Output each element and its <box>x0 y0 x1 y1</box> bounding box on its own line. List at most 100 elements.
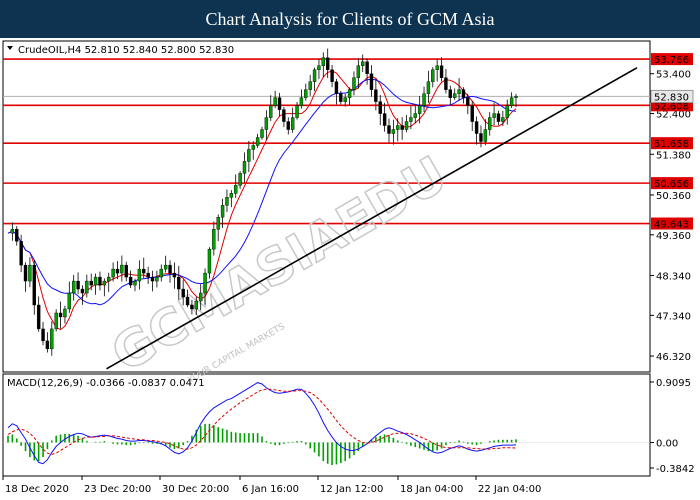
candle-body <box>19 240 23 266</box>
candle-body <box>417 105 422 114</box>
candle-body <box>36 304 41 330</box>
candle-body <box>264 117 269 130</box>
candle-body <box>282 109 286 122</box>
symbol-info: CrudeOIL,H4 52.810 52.840 52.800 52.830 <box>18 45 234 56</box>
candle-body <box>404 121 409 130</box>
candle-body <box>378 101 382 114</box>
level-label: 49.643 <box>654 220 689 231</box>
candle-body <box>286 121 290 130</box>
candle-body <box>225 197 229 206</box>
candle-body <box>382 113 387 126</box>
candle-body <box>483 129 488 142</box>
candle-body <box>133 280 137 286</box>
candle-body <box>142 268 146 274</box>
y-tick-label: 49.360 <box>656 231 691 242</box>
candle-body <box>45 340 50 350</box>
candle-body <box>41 328 45 342</box>
y-tick-label: 53.400 <box>656 70 691 81</box>
candle-body <box>98 276 102 286</box>
candle-body <box>435 65 439 70</box>
level-label: 51.658 <box>654 139 689 150</box>
candle-body <box>150 276 155 282</box>
candle-body <box>501 117 505 122</box>
candle-body <box>177 276 181 290</box>
level-label: 53.766 <box>654 55 689 66</box>
candle-body <box>50 328 54 350</box>
y-tick-label: 46.320 <box>656 352 691 363</box>
candle-body <box>181 288 185 298</box>
candle-body <box>260 129 264 138</box>
candle-body <box>23 264 28 282</box>
candle-body <box>207 248 212 274</box>
candle-body <box>277 97 282 110</box>
candle-body <box>325 57 330 70</box>
x-tick-label: 18 Jan 04:00 <box>400 484 463 495</box>
candle-body <box>115 268 120 274</box>
candle-body <box>474 121 479 134</box>
candle-body <box>155 276 159 282</box>
candle-body <box>470 105 474 122</box>
candle-body <box>102 280 107 286</box>
candle-body <box>457 89 461 94</box>
candle-body <box>374 89 378 102</box>
candle-body <box>190 304 194 310</box>
candle-body <box>146 272 150 278</box>
x-tick-label: 23 Dec 20:00 <box>84 484 151 495</box>
candle-body <box>71 280 76 294</box>
y-tick-label: 51.380 <box>656 150 691 161</box>
candle-body <box>352 77 356 90</box>
x-tick-label: 30 Dec 20:00 <box>162 484 229 495</box>
candle-body <box>444 77 448 90</box>
candle-body <box>80 288 85 294</box>
candle-body <box>203 272 207 294</box>
candle-body <box>514 96 518 98</box>
current-price-label: 52.830 <box>654 92 689 103</box>
candle-body <box>330 69 334 82</box>
macd-panel-frame <box>2 373 651 477</box>
candle-body <box>216 217 220 230</box>
candle-body <box>391 129 396 134</box>
candle-body <box>426 81 431 94</box>
macd-y-tick-label: 0.00 <box>656 438 678 449</box>
candle-body <box>168 264 172 274</box>
candle-body <box>128 276 133 286</box>
x-tick-label: 22 Jan 04:00 <box>478 484 541 495</box>
candle-body <box>212 229 216 250</box>
candle-body <box>321 57 326 66</box>
macd-y-tick-label: 0.9095 <box>656 378 691 389</box>
x-tick-label: 12 Jan 12:00 <box>320 484 383 495</box>
candle-body <box>28 264 32 282</box>
candle-body <box>137 268 142 282</box>
candle-body <box>76 280 80 290</box>
candle-body <box>439 65 444 78</box>
candle-body <box>461 89 466 98</box>
candle-body <box>308 81 312 90</box>
candle-body <box>238 173 242 186</box>
candle-body <box>492 113 496 118</box>
candle-body <box>255 137 260 146</box>
candle-body <box>198 292 203 302</box>
y-tick-label: 50.360 <box>656 191 691 202</box>
candle-body <box>32 264 36 306</box>
candle-body <box>229 193 234 198</box>
candle-body <box>387 125 391 134</box>
candle-body <box>400 125 404 130</box>
candle-body <box>509 97 514 106</box>
candle-body <box>247 149 251 162</box>
candle-body <box>185 296 190 306</box>
candle-body <box>295 105 299 118</box>
x-tick-label: 6 Jan 16:00 <box>242 484 299 495</box>
price-chart[interactable]: GCMASIAEDU YOUR CAPITAL MARKETS 53.40052… <box>0 38 700 500</box>
candle-body <box>396 125 400 130</box>
x-tick-label: 18 Dec 2020 <box>5 484 69 495</box>
candle-body <box>413 113 417 118</box>
chart-banner-title: Chart Analysis for Clients of GCM Asia <box>0 0 700 38</box>
candle-body <box>343 97 347 102</box>
macd-info: MACD(12,26,9) -0.0366 -0.0837 0.0471 <box>7 378 205 389</box>
candle-body <box>312 69 317 82</box>
candle-body <box>15 229 19 242</box>
candle-body <box>124 264 128 278</box>
candle-body <box>505 105 509 118</box>
candle-body <box>107 276 111 282</box>
candle-body <box>356 65 361 78</box>
